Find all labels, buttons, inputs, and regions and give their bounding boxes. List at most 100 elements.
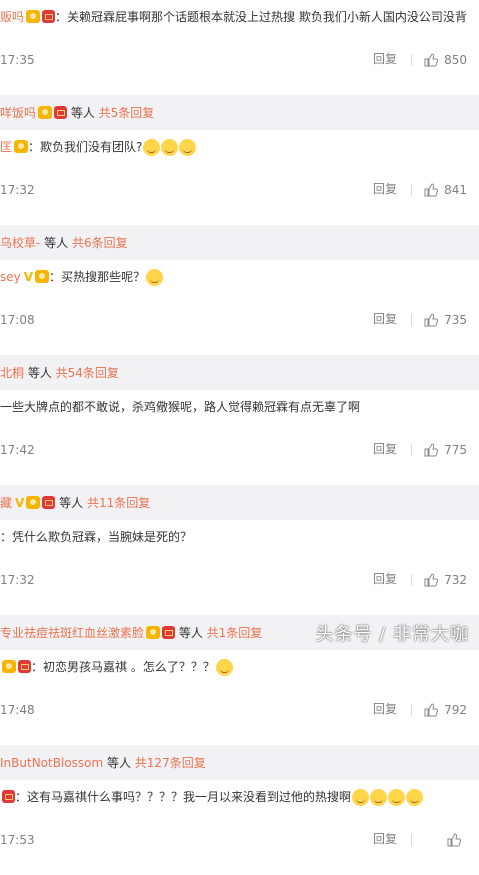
reply-summary-bar[interactable]: 北桐 等人 共54条回复 [0,355,479,390]
like-button[interactable]: 735 [424,313,467,327]
reply-summary: 藏V 等人 共11条回复 [0,494,150,512]
watermark: 头条号 / 非常大咖 [315,624,469,645]
reply-button[interactable]: 回复 [373,570,397,587]
like-count: 775 [444,443,467,457]
comment-time: 17:32 [0,573,35,587]
comment-username[interactable]: 贩吗 [0,10,24,24]
comment-line: sey V ：买热搜那些呢？ [0,268,479,286]
separator: ： [28,140,41,154]
comment-time: 17:42 [0,443,35,457]
emoji-icon [161,139,179,156]
comment-time: 17:48 [0,703,35,717]
separator: ： [15,790,28,804]
reply-suffix: 等人 [40,236,72,250]
divider [411,834,412,846]
comment-time: 17:08 [0,313,35,327]
verified-v-icon: V [23,270,34,284]
reply-button[interactable]: 回复 [373,440,397,457]
comment-username[interactable]: sey [0,270,21,284]
comment-text: 初恋男孩马嘉祺 。怎么了？？？ [43,660,215,674]
reply-button[interactable]: 回复 [373,180,397,197]
vip-badge-icon [14,140,29,153]
divider [411,444,412,456]
like-button[interactable]: 732 [424,573,467,587]
reply-button[interactable]: 回复 [373,830,397,847]
comment-text: 关赖冠霖屁事啊那个话题根本就没上过热搜 欺负我们小新人国内没公司没背 [67,10,467,24]
reply-username[interactable]: InButNotBlossom [0,756,103,770]
reply-username[interactable]: 专业祛痘祛斑红血丝激素脸 [0,626,144,640]
more-replies-link[interactable]: 共127条回复 [135,756,206,770]
reply-summary: 乌校草- 等人 共6条回复 [0,234,128,252]
divider [411,184,412,196]
like-button[interactable]: 792 [424,703,467,717]
reply-summary: 北桐 等人 共54条回复 [0,364,119,382]
comment-item: 贩吗 ：关赖冠霖屁事啊那个话题根本就没上过热搜 欺负我们小新人国内没公司没背 17:… [0,0,479,95]
divider [411,704,412,716]
comment-time: 17:32 [0,183,35,197]
like-button[interactable] [447,833,467,847]
reply-summary-bar[interactable]: 乌校草- 等人 共6条回复 [0,225,479,260]
like-button[interactable]: 850 [424,53,467,67]
vip-badge-icon [38,106,53,119]
reply-summary-bar[interactable]: InButNotBlossom 等人 共127条回复 [0,745,479,780]
separator: ： [31,660,44,674]
thumbs-up-icon [424,573,444,587]
vip-badge-icon [146,626,161,639]
verified-v-icon: V [15,496,25,510]
divider [411,54,412,66]
comment-text: ：凭什么欺负冠霖，当腕妹是死的？ [0,530,193,544]
comment-item: ：凭什么欺负冠霖，当腕妹是死的？ 17:32 回复 732 [0,520,479,615]
comment-time: 17:35 [0,53,35,67]
reply-suffix: 等人 [103,756,135,770]
comment-username[interactable]: 匡 [0,140,12,154]
reply-summary-bar[interactable]: 藏V 等人 共11条回复 [0,485,479,520]
vip-badge-icon [26,10,41,23]
comment-line: 匡 ：欺负我们没有团队? [0,138,479,156]
separator: ： [55,10,68,24]
separator: ： [49,270,62,284]
more-replies-link[interactable]: 共54条回复 [56,366,119,380]
reply-button[interactable]: 回复 [373,700,397,717]
red-envelope-icon [54,106,68,119]
reply-summary: 专业祛痘祛斑红血丝激素脸 等人 共1条回复 [0,624,262,642]
emoji-icon [179,139,197,156]
comment-item: sey V ：买热搜那些呢？ 17:08 回复 735 [0,260,479,355]
more-replies-link[interactable]: 共11条回复 [87,496,150,510]
red-envelope-icon [18,660,31,673]
emoji-icon [143,139,161,156]
thumbs-up-icon [424,703,444,717]
emoji-icon [146,269,164,286]
comment-line: ：凭什么欺负冠霖，当腕妹是死的？ [0,528,479,546]
red-envelope-icon [42,496,56,509]
comment-text: 一些大牌点的都不敢说，杀鸡儆猴呢，路人觉得赖冠霖有点无辜了啊 [0,400,361,414]
like-count: 841 [444,183,467,197]
red-envelope-icon [2,790,15,803]
reply-username[interactable]: 藏 [0,496,12,510]
more-replies-link[interactable]: 共1条回复 [207,626,263,640]
comment-line: ：初恋男孩马嘉祺 。怎么了？？？ [0,658,479,676]
reply-button[interactable]: 回复 [373,50,397,67]
reply-suffix: 等人 [24,366,56,380]
reply-username[interactable]: 乌校草- [0,236,40,250]
more-replies-link[interactable]: 共6条回复 [72,236,128,250]
comment-time: 17:53 [0,833,35,847]
red-envelope-icon [42,10,56,23]
divider [411,574,412,586]
like-button[interactable]: 775 [424,443,467,457]
comment-line: 一些大牌点的都不敢说，杀鸡儆猴呢，路人觉得赖冠霖有点无辜了啊 [0,398,479,416]
divider [411,314,412,326]
reply-username[interactable]: 咩饭吗 [0,106,36,120]
like-button[interactable]: 841 [424,183,467,197]
reply-summary-bar[interactable]: 咩饭吗 等人 共5条回复 [0,95,479,130]
like-count: 850 [444,53,467,67]
reply-suffix: 等人 [67,106,99,120]
emoji-icon [352,789,370,806]
more-replies-link[interactable]: 共5条回复 [99,106,155,120]
reply-username[interactable]: 北桐 [0,366,24,380]
reply-button[interactable]: 回复 [373,310,397,327]
comment-item: ：初恋男孩马嘉祺 。怎么了？？？ 17:48 回复 792 [0,650,479,745]
comment-line: 贩吗 ：关赖冠霖屁事啊那个话题根本就没上过热搜 欺负我们小新人国内没公司没背 [0,8,479,26]
vip-badge-icon [2,660,16,673]
emoji-icon [388,789,406,806]
reply-summary: 咩饭吗 等人 共5条回复 [0,104,154,122]
